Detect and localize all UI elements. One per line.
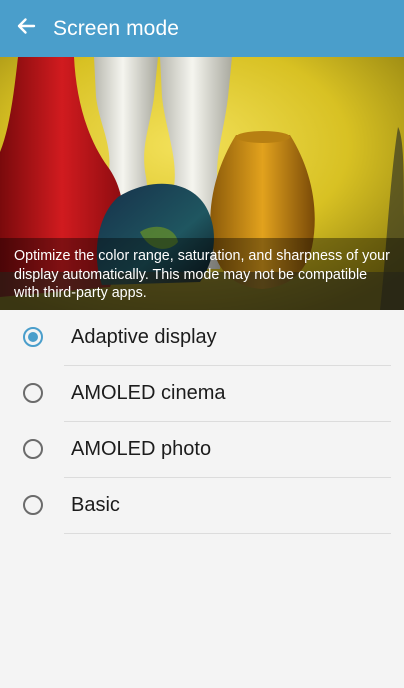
radio-button-checked[interactable] (23, 327, 43, 347)
preview-caption: Optimize the color range, saturation, an… (0, 238, 404, 310)
option-label: AMOLED cinema (71, 382, 226, 404)
option-label: Basic (71, 494, 120, 516)
radio-button[interactable] (23, 439, 43, 459)
option-amoled-photo[interactable]: AMOLED photo (0, 422, 404, 478)
screen-mode-options: Adaptive display AMOLED cinema AMOLED ph… (0, 310, 404, 534)
page-title: Screen mode (53, 16, 180, 40)
preview-image: Optimize the color range, saturation, an… (0, 57, 404, 310)
radio-button[interactable] (23, 383, 43, 403)
back-button[interactable] (0, 0, 52, 57)
option-adaptive-display[interactable]: Adaptive display (0, 310, 404, 366)
option-basic[interactable]: Basic (0, 478, 404, 534)
option-amoled-cinema[interactable]: AMOLED cinema (0, 366, 404, 422)
option-label: Adaptive display (71, 326, 217, 348)
option-label: AMOLED photo (71, 438, 212, 460)
app-bar: Screen mode (0, 0, 404, 57)
radio-button[interactable] (23, 495, 43, 515)
divider (64, 533, 391, 534)
radio-dot (28, 332, 38, 342)
arrow-left-icon (16, 16, 36, 41)
